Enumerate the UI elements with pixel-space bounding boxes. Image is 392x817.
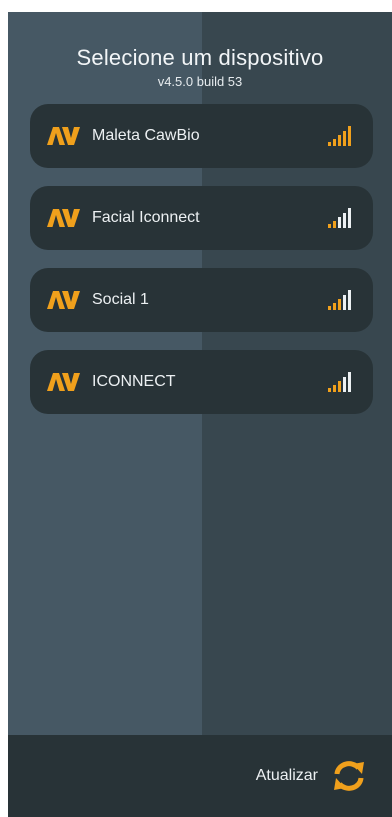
- device-name: Maleta CawBio: [92, 127, 200, 144]
- bottom-bar: Atualizar: [8, 735, 392, 817]
- signal-bars-icon: [328, 290, 351, 310]
- signal-bars-icon: [328, 372, 351, 392]
- device-item-iconnect[interactable]: ICONNECT: [30, 350, 373, 414]
- signal-bars-icon: [328, 208, 351, 228]
- brand-logo-icon: [47, 127, 80, 145]
- brand-logo-icon: [47, 209, 80, 227]
- refresh-label: Atualizar: [255, 767, 318, 784]
- device-selection-screen: Selecione um dispositivo v4.5.0 build 53…: [8, 12, 392, 817]
- device-item-social-1[interactable]: Social 1: [30, 268, 373, 332]
- device-item-facial-iconnect[interactable]: Facial Iconnect: [30, 186, 373, 250]
- brand-logo-icon: [47, 291, 80, 309]
- header: Selecione um dispositivo v4.5.0 build 53: [8, 44, 392, 90]
- device-name: ICONNECT: [92, 373, 176, 390]
- signal-bars-icon: [328, 126, 351, 146]
- device-name: Social 1: [92, 291, 149, 308]
- page-title: Selecione um dispositivo: [76, 45, 324, 70]
- refresh-icon: [334, 761, 364, 791]
- device-list: Maleta CawBio Facial Iconnect Social 1 I…: [30, 104, 373, 432]
- version-label: v4.5.0 build 53: [157, 74, 243, 89]
- device-name: Facial Iconnect: [92, 209, 200, 226]
- brand-logo-icon: [47, 373, 80, 391]
- refresh-button[interactable]: Atualizar: [256, 759, 366, 793]
- device-item-maleta-cawbio[interactable]: Maleta CawBio: [30, 104, 373, 168]
